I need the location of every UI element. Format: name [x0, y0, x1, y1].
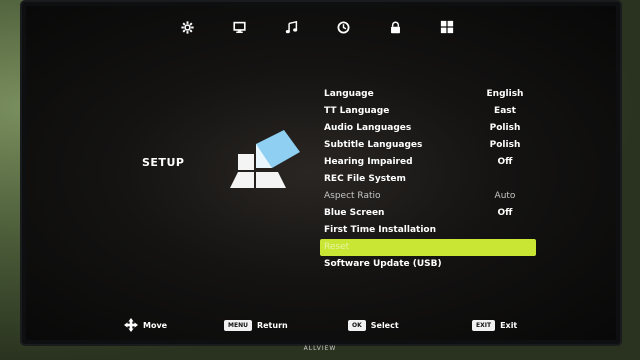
footer-hints: Move MENU Return OK Select EXIT Exit: [26, 318, 616, 334]
menu-key: MENU: [224, 319, 252, 331]
hint-return: MENU Return: [224, 318, 288, 332]
menu-item-language[interactable]: Language English: [320, 86, 536, 103]
page-title: SETUP: [142, 156, 185, 169]
clock-icon[interactable]: [332, 16, 354, 38]
hint-exit: EXIT Exit: [472, 318, 517, 332]
settings-menu: Language English TT Language East Audio …: [320, 86, 536, 273]
menu-item-subtitle-languages[interactable]: Subtitle Languages Polish: [320, 137, 536, 154]
music-icon[interactable]: [280, 16, 302, 38]
hint-select: OK Select: [348, 318, 399, 332]
menu-item-aspect-ratio[interactable]: Aspect Ratio Auto: [320, 188, 536, 205]
move-arrows-icon: [124, 318, 138, 332]
menu-item-hearing-impaired[interactable]: Hearing Impaired Off: [320, 154, 536, 171]
category-bar: [176, 16, 476, 38]
hint-move: Move: [124, 318, 167, 332]
menu-item-software-update[interactable]: Software Update (USB): [320, 256, 536, 273]
lock-icon[interactable]: [384, 16, 406, 38]
ok-key: OK: [348, 319, 366, 331]
menu-item-reset[interactable]: Reset: [320, 239, 536, 256]
menu-item-audio-languages[interactable]: Audio Languages Polish: [320, 120, 536, 137]
menu-item-blue-screen[interactable]: Blue Screen Off: [320, 205, 536, 222]
gear-icon[interactable]: [176, 16, 198, 38]
menu-item-rec-file-system[interactable]: REC File System: [320, 171, 536, 188]
menu-item-tt-language[interactable]: TT Language East: [320, 103, 536, 120]
setup-logo-icon: [230, 130, 300, 188]
exit-key: EXIT: [472, 319, 496, 331]
grid-icon[interactable]: [436, 16, 458, 38]
menu-item-first-time-installation[interactable]: First Time Installation: [320, 222, 536, 239]
tv-screen: SETUP Language English TT Language East …: [26, 6, 616, 340]
monitor-icon[interactable]: [228, 16, 250, 38]
brand-logo: ALLVIEW: [303, 345, 337, 352]
